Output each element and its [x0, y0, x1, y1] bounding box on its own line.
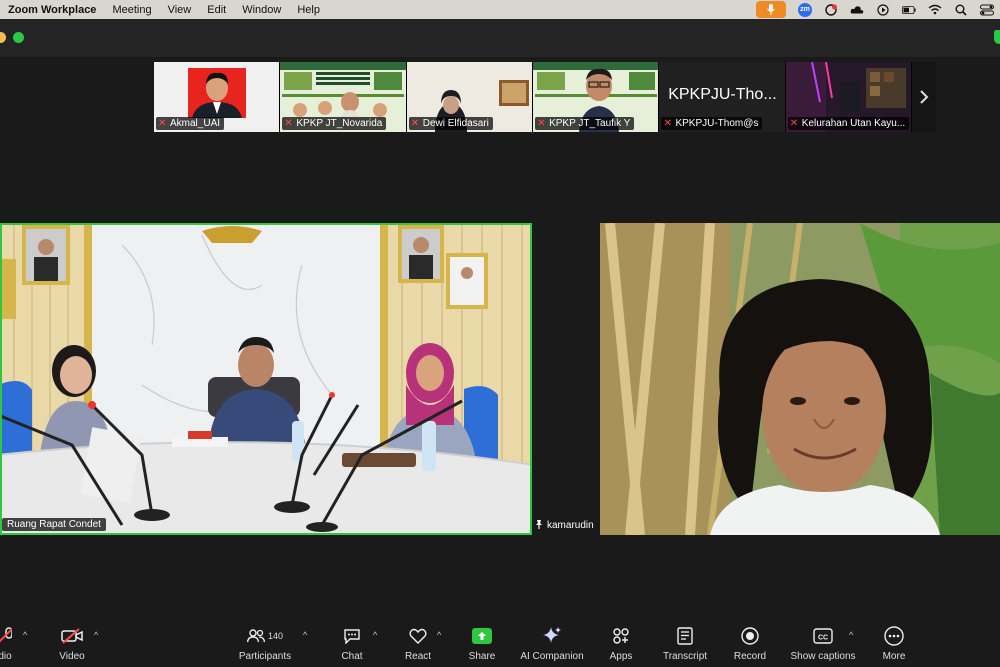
menu-help[interactable]: Help [297, 4, 320, 16]
control-center-icon[interactable] [980, 4, 994, 16]
participant-thumb-dewi[interactable]: ✕ Dewi Elfidasari [406, 62, 534, 132]
participants-button[interactable]: 140 Participants [232, 624, 298, 662]
participants-count: 140 [267, 631, 284, 641]
participant-video-kamarudin [600, 223, 1000, 535]
chat-button[interactable]: Chat [334, 624, 370, 662]
more-button[interactable]: More [876, 624, 912, 662]
mic-muted-icon: ✕ [410, 118, 420, 129]
transcript-button[interactable]: Transcript [658, 624, 712, 662]
play-icon[interactable] [876, 3, 890, 16]
video-tile-ruang-rapat[interactable]: Ruang Rapat Condet [0, 223, 532, 535]
meeting-room-video [2, 225, 530, 533]
participant-name-tag: ✕ Akmal_UAI [156, 117, 225, 130]
participant-name-tag: ✕ KPKP JT_Novarida [282, 117, 387, 130]
participant-gallery-strip: ✕ Akmal_UAI ✕ KPKP JT_Novarida ✕ Dewi El… [154, 62, 937, 132]
video-tile-name-tag: Ruang Rapat Condet [2, 518, 106, 531]
mic-muted-icon [0, 627, 12, 643]
video-button[interactable]: Video [52, 624, 92, 662]
captions-options-caret[interactable]: ^ [849, 630, 853, 640]
record-button[interactable]: Record [730, 624, 770, 662]
participants-icon [246, 629, 265, 643]
chat-options-caret[interactable]: ^ [373, 630, 377, 640]
heart-icon [409, 628, 427, 644]
participant-name-tag: ✕ KPKPJU-Thom@s [661, 117, 763, 130]
audio-button[interactable]: dio [0, 624, 20, 662]
window-title-bar [0, 19, 1000, 57]
microphone-icon [767, 4, 775, 15]
chevron-right-icon [920, 90, 929, 104]
audio-options-caret[interactable]: ^ [23, 630, 27, 640]
fullscreen-window-button[interactable] [13, 32, 24, 43]
mic-muted-icon: ✕ [663, 118, 672, 129]
mic-muted-icon: ✕ [158, 118, 167, 129]
menu-bar: Zoom Workplace Meeting View Edit Window … [0, 0, 1000, 19]
menu-edit[interactable]: Edit [207, 4, 226, 16]
participant-name-tag: ✕ Dewi Elfidasari [408, 117, 493, 130]
menu-meeting[interactable]: Meeting [112, 4, 151, 16]
transcript-icon [677, 627, 693, 645]
video-off-icon [61, 628, 83, 644]
more-icon [884, 626, 904, 646]
spotlight-search-icon[interactable] [954, 4, 968, 16]
menu-view[interactable]: View [168, 4, 192, 16]
security-shield-icon[interactable] [994, 30, 1000, 44]
gallery-next-page-button[interactable] [912, 62, 937, 132]
pin-icon [536, 520, 542, 529]
record-icon [741, 627, 759, 645]
mic-muted-icon: ✕ [284, 118, 293, 129]
participant-thumb-kelurahan[interactable]: ✕ Kelurahan Utan Kayu... [785, 62, 913, 132]
participant-thumb-novarida[interactable]: ✕ KPKP JT_Novarida [280, 62, 407, 132]
battery-icon[interactable] [902, 4, 916, 16]
video-tile-kamarudin[interactable] [600, 223, 1000, 535]
video-tile-name-tag: kamarudin [534, 519, 594, 531]
chat-icon [344, 629, 360, 644]
participant-display-name: KPKPJU-Tho... [668, 86, 777, 103]
app-menu[interactable]: Zoom Workplace [8, 4, 96, 16]
meeting-toolbar: dio ^ Video ^ 140 Participants ^ Chat ^ … [0, 614, 1000, 667]
show-captions-button[interactable]: CC Show captions [788, 624, 858, 662]
svg-text:CC: CC [818, 635, 828, 642]
ai-companion-button[interactable]: AI Companion [516, 624, 588, 662]
zoom-status-icon[interactable]: zm [798, 2, 812, 17]
video-options-caret[interactable]: ^ [94, 630, 98, 640]
ai-sparkle-icon [543, 627, 561, 643]
menu-window[interactable]: Window [242, 4, 281, 16]
share-button[interactable]: Share [464, 624, 500, 662]
apps-button[interactable]: Apps [604, 624, 638, 662]
participant-thumb-taufik[interactable]: ✕ KPKP JT_Taufik Y [533, 62, 660, 132]
participant-thumb-akmal[interactable]: ✕ Akmal_UAI [154, 62, 281, 132]
participant-thumb-kpkpju[interactable]: KPKPJU-Tho... ✕ KPKPJU-Thom@s [659, 62, 786, 132]
participants-options-caret[interactable]: ^ [303, 630, 307, 640]
participant-name-tag: ✕ KPKP JT_Taufik Y [535, 117, 635, 130]
apps-icon [613, 628, 629, 644]
mic-muted-icon: ✕ [789, 118, 799, 129]
mic-muted-icon: ✕ [537, 118, 546, 129]
react-options-caret[interactable]: ^ [437, 630, 441, 640]
screen-share-status-icon[interactable] [824, 3, 838, 16]
react-button[interactable]: React [400, 624, 436, 662]
cloud-icon[interactable] [850, 4, 864, 16]
share-screen-icon [472, 628, 492, 644]
mic-in-use-indicator[interactable] [756, 1, 786, 18]
participant-name-tag: ✕ Kelurahan Utan Kayu... [787, 117, 910, 130]
closed-captions-icon: CC [813, 628, 833, 644]
wifi-icon[interactable] [928, 4, 942, 16]
